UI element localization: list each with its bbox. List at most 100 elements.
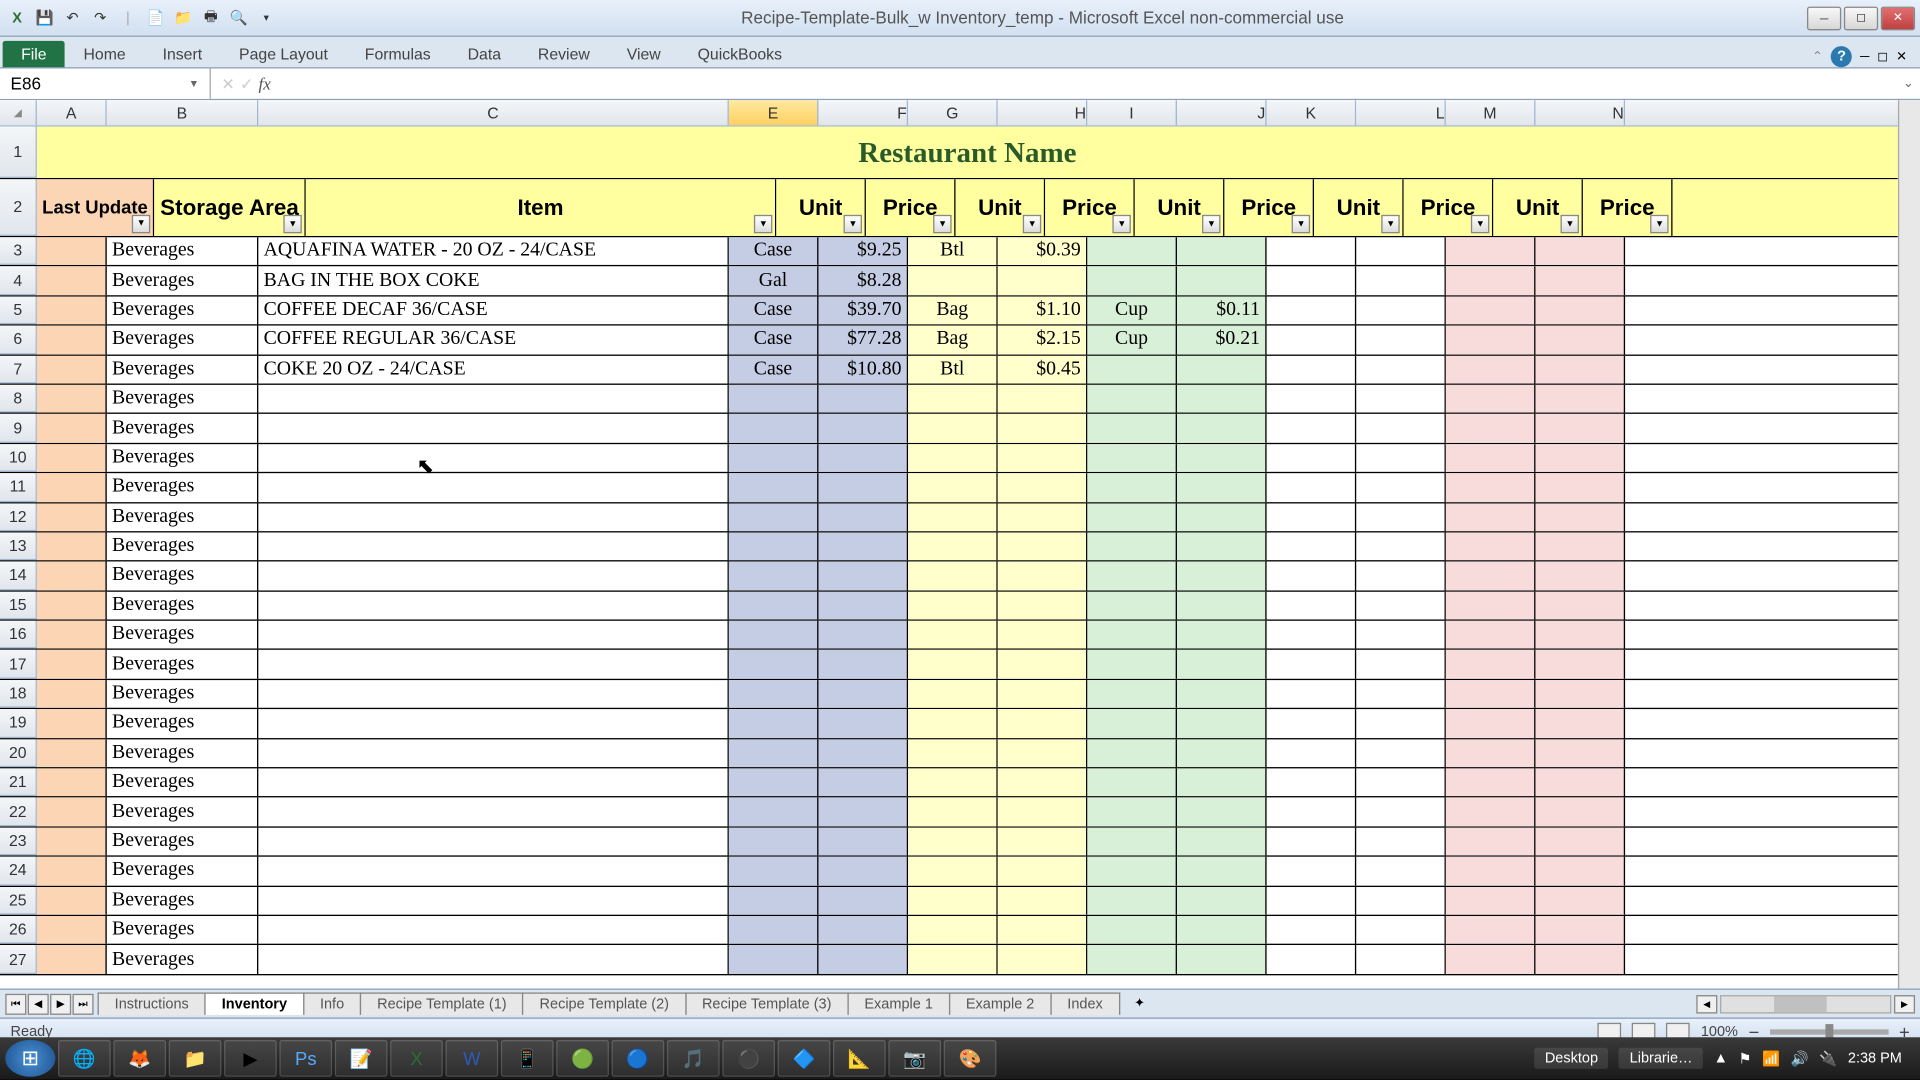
cell[interactable] [258,857,729,885]
cell[interactable] [258,650,729,678]
name-box-input[interactable] [11,74,189,94]
task-firefox-icon[interactable]: 🦊 [113,1040,166,1077]
cell[interactable] [37,827,107,855]
cell[interactable] [258,532,729,560]
cell[interactable] [1535,857,1625,885]
cell[interactable] [1177,916,1267,944]
cell[interactable] [1177,473,1267,501]
cell[interactable] [1356,562,1446,590]
ribbon-tab-formulas[interactable]: Formulas [346,41,449,67]
cell[interactable] [1535,237,1625,265]
cell[interactable] [1356,385,1446,413]
task-word-icon[interactable]: W [445,1040,498,1077]
tab-next-button[interactable]: ▶ [50,993,71,1014]
cell[interactable]: Gal [729,267,819,295]
cell[interactable] [818,473,908,501]
hdr-unit-3[interactable]: Unit▼ [1135,179,1225,236]
row-head[interactable]: 23 [0,827,37,855]
hdr-unit-4[interactable]: Unit▼ [1314,179,1404,236]
row-head[interactable]: 12 [0,503,37,531]
cell[interactable] [1087,414,1177,442]
cell[interactable] [1535,798,1625,826]
cell[interactable] [1625,503,1898,531]
cell[interactable]: $0.45 [998,355,1088,383]
cell[interactable] [1446,886,1536,914]
cell[interactable] [1267,739,1357,767]
row-head-2[interactable]: 2 [0,179,37,236]
tray-power-icon[interactable]: 🔌 [1819,1050,1837,1067]
cell[interactable] [1087,946,1177,974]
cell[interactable] [1267,680,1357,708]
task-media-icon[interactable]: ▶ [224,1040,277,1077]
expand-formula-bar-icon[interactable]: ⌄ [1897,76,1920,90]
cell[interactable] [258,444,729,472]
cell[interactable] [908,591,998,619]
cell[interactable] [1087,857,1177,885]
hdr-price-3[interactable]: Price▼ [1225,179,1315,236]
cell[interactable] [1535,355,1625,383]
cell[interactable] [1087,886,1177,914]
cell[interactable] [37,532,107,560]
cell[interactable] [1356,680,1446,708]
cell[interactable] [908,267,998,295]
cell[interactable] [1625,532,1898,560]
cell[interactable] [1446,916,1536,944]
cell[interactable] [729,739,819,767]
cell[interactable] [729,886,819,914]
name-box-dropdown-icon[interactable]: ▼ [189,78,199,90]
cell[interactable] [1535,414,1625,442]
ribbon-collapse-icon[interactable]: ⌃ [1812,49,1823,63]
cell[interactable] [1535,267,1625,295]
row-head[interactable]: 15 [0,591,37,619]
cell[interactable] [1535,532,1625,560]
cell[interactable]: Cup [1087,326,1177,354]
task-app2-icon[interactable]: 🟢 [556,1040,609,1077]
cell[interactable] [818,709,908,737]
cell[interactable] [998,621,1088,649]
cell[interactable] [818,385,908,413]
row-head[interactable]: 22 [0,798,37,826]
sheet-tab-example-2[interactable]: Example 2 [949,992,1052,1014]
row-head[interactable]: 17 [0,650,37,678]
cell[interactable] [1177,709,1267,737]
cell[interactable]: Bag [908,326,998,354]
cell[interactable] [729,768,819,796]
cell[interactable] [1535,709,1625,737]
cell[interactable]: Btl [908,355,998,383]
new-icon[interactable]: 📄 [144,6,168,30]
cell[interactable]: $8.28 [818,267,908,295]
cell[interactable] [1625,473,1898,501]
cell[interactable] [908,798,998,826]
cell[interactable] [998,798,1088,826]
cell[interactable] [1625,857,1898,885]
cell[interactable] [1087,798,1177,826]
cell[interactable] [1177,444,1267,472]
cell[interactable] [1625,414,1898,442]
cell[interactable]: Beverages [107,296,259,324]
cell[interactable] [37,267,107,295]
cell[interactable] [1356,739,1446,767]
cell[interactable]: $0.11 [1177,296,1267,324]
cell[interactable] [818,827,908,855]
cell[interactable] [1535,768,1625,796]
cell[interactable] [1446,414,1536,442]
cell[interactable] [1087,503,1177,531]
col-head-G[interactable]: G [908,100,998,125]
cell[interactable] [818,916,908,944]
cell[interactable] [1356,267,1446,295]
filter-dropdown-icon[interactable]: ▼ [1202,215,1220,233]
cell[interactable] [1177,414,1267,442]
cell[interactable] [729,503,819,531]
cell[interactable] [1267,355,1357,383]
cell[interactable] [258,591,729,619]
cell[interactable] [1087,267,1177,295]
cell[interactable] [729,857,819,885]
cell[interactable] [998,650,1088,678]
cell[interactable] [1446,444,1536,472]
tray-libraries[interactable]: Librarie… [1619,1048,1703,1069]
cell[interactable] [1356,591,1446,619]
help-icon[interactable]: ? [1831,46,1852,67]
hdr-unit-5[interactable]: Unit▼ [1493,179,1583,236]
cell[interactable] [998,916,1088,944]
cell[interactable] [1356,444,1446,472]
